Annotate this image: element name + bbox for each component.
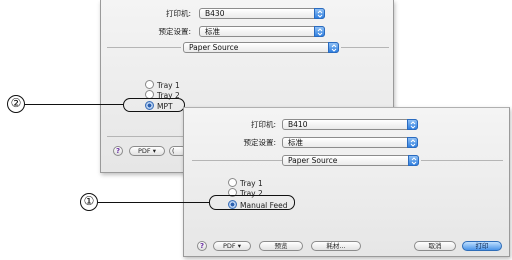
callout-1: ① xyxy=(80,193,98,211)
callout-2-line xyxy=(25,104,124,106)
popup-arrows-icon xyxy=(407,137,418,148)
section-select[interactable]: Paper Source xyxy=(282,155,419,166)
section-select[interactable]: Paper Source xyxy=(183,42,339,53)
presets-select-value: 标准 xyxy=(288,138,303,147)
section-separator-right xyxy=(421,160,503,161)
radio-button[interactable] xyxy=(228,178,237,187)
radio-label: Tray 1 xyxy=(157,81,180,90)
printer-select-value: B410 xyxy=(288,120,308,129)
popup-arrows-icon xyxy=(408,155,419,166)
popup-arrows-icon xyxy=(314,8,325,19)
mpt-highlight-outline xyxy=(123,98,185,112)
cancel-button[interactable]: 取消 xyxy=(414,241,456,251)
bottom-separator xyxy=(107,136,189,137)
section-separator-right xyxy=(341,47,389,48)
presets-select-value: 标准 xyxy=(205,27,220,36)
popup-arrows-icon xyxy=(407,119,418,130)
help-button[interactable]: ? xyxy=(197,241,207,251)
callout-1-line xyxy=(98,202,210,204)
popup-arrows-icon xyxy=(328,42,339,53)
printer-label: 打印机: xyxy=(165,9,191,18)
presets-label: 预定设置: xyxy=(158,27,191,36)
help-button[interactable]: ? xyxy=(113,146,123,156)
manual-feed-highlight-outline xyxy=(209,195,295,210)
pdf-button[interactable]: PDF ▾ xyxy=(213,241,251,251)
section-separator-left xyxy=(192,160,282,161)
section-separator-left xyxy=(107,47,181,48)
preview-button[interactable]: 预览 xyxy=(259,241,303,251)
presets-select[interactable]: 标准 xyxy=(199,26,325,37)
section-select-value: Paper Source xyxy=(288,156,338,165)
radio-tray-1[interactable]: Tray 1 xyxy=(145,80,180,90)
presets-label: 预定设置: xyxy=(243,138,276,147)
popup-arrows-icon xyxy=(314,26,325,37)
presets-select[interactable]: 标准 xyxy=(282,137,418,148)
radio-tray-1[interactable]: Tray 1 xyxy=(228,178,263,188)
callout-2: ② xyxy=(7,95,25,113)
radio-button[interactable] xyxy=(145,80,154,89)
supplies-button[interactable]: 耗材... xyxy=(311,241,361,251)
printer-label: 打印机: xyxy=(250,120,276,129)
printer-select-value: B430 xyxy=(205,9,225,18)
radio-label: Tray 1 xyxy=(240,179,263,188)
print-button[interactable]: 打印 xyxy=(462,241,502,251)
print-dialog-front: 打印机: B410 预定设置: 标准 Paper Source Tray 1 T… xyxy=(183,107,510,257)
printer-select[interactable]: B410 xyxy=(282,119,418,130)
printer-select[interactable]: B430 xyxy=(199,8,325,19)
pdf-button[interactable]: PDF ▾ xyxy=(129,146,165,156)
section-select-value: Paper Source xyxy=(189,43,239,52)
